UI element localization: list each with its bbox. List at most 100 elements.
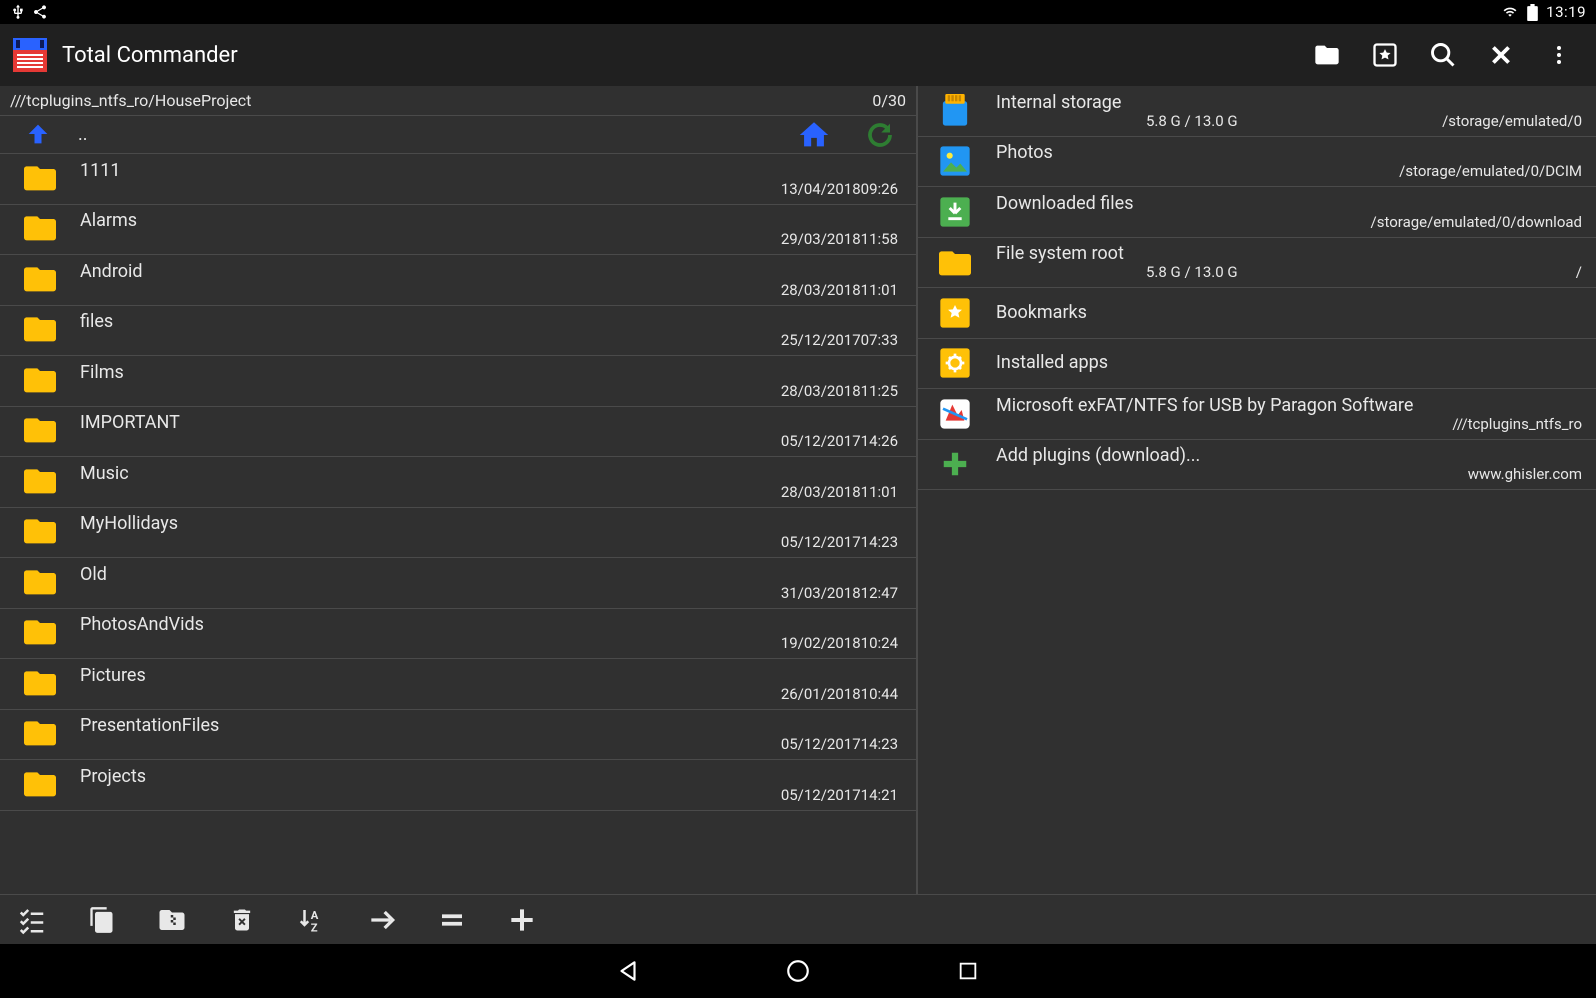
reload-button[interactable] [862, 117, 898, 153]
location-name: Internal storage [996, 92, 1582, 114]
file-name: files [80, 311, 898, 333]
path-count: 0/30 [872, 91, 906, 110]
file-meta: 05/12/201714:21 [80, 786, 898, 804]
bookmark-icon [938, 296, 972, 330]
location-detail: /storage/emulated/0/download [996, 213, 1582, 231]
file-name: Projects [80, 766, 898, 788]
file-meta: 28/03/201811:25 [80, 382, 898, 400]
file-name: Alarms [80, 210, 898, 232]
file-name: Music [80, 463, 898, 485]
nav-home-button[interactable] [783, 956, 813, 986]
file-meta: 31/03/201812:47 [80, 584, 898, 602]
file-row[interactable]: MyHollidays05/12/201714:23 [0, 508, 916, 559]
location-row[interactable]: Internal storage5.8 G / 13.0 G/storage/e… [918, 86, 1596, 137]
copy-button[interactable] [84, 902, 120, 938]
file-row[interactable]: IMPORTANT05/12/201714:26 [0, 407, 916, 458]
app-icon [12, 37, 48, 73]
file-name: Old [80, 564, 898, 586]
folder-icon [24, 163, 56, 195]
new-folder-button[interactable] [1312, 40, 1342, 70]
file-row[interactable]: Projects05/12/201714:21 [0, 760, 916, 811]
usb-icon [10, 4, 26, 20]
android-nav-bar [0, 944, 1596, 998]
location-list: Internal storage5.8 G / 13.0 G/storage/e… [918, 86, 1596, 490]
file-row[interactable]: Films28/03/201811:25 [0, 356, 916, 407]
svg-text:A: A [311, 908, 319, 921]
file-row[interactable]: Alarms29/03/201811:58 [0, 205, 916, 256]
wifi-icon [1501, 5, 1519, 19]
file-meta: 13/04/201809:26 [80, 180, 898, 198]
swap-panels-button[interactable] [434, 902, 470, 938]
sort-button[interactable]: AZ [294, 902, 330, 938]
zip-button[interactable] [154, 902, 190, 938]
file-row[interactable]: 111113/04/201809:26 [0, 154, 916, 205]
location-row[interactable]: Add plugins (download)...www.ghisler.com [918, 440, 1596, 491]
app-title: Total Commander [62, 43, 1312, 68]
delete-button[interactable] [224, 902, 260, 938]
location-row[interactable]: Microsoft exFAT/NTFS for USB by Paragon … [918, 389, 1596, 440]
bottom-toolbar: AZ [0, 894, 1596, 944]
location-name: Installed apps [996, 352, 1582, 374]
folder-icon [24, 365, 56, 397]
location-detail: 5.8 G / 13.0 G/ [996, 263, 1582, 281]
location-name: Bookmarks [996, 302, 1582, 324]
file-name: PresentationFiles [80, 715, 898, 737]
location-row[interactable]: Downloaded files/storage/emulated/0/down… [918, 187, 1596, 238]
file-meta: 05/12/201714:23 [80, 735, 898, 753]
location-name: Photos [996, 142, 1582, 164]
apps-icon [938, 346, 972, 380]
path-row[interactable]: ///tcplugins_ntfs_ro/HouseProject 0/30 [0, 86, 916, 116]
sdcard-icon [938, 94, 972, 128]
location-name: Microsoft exFAT/NTFS for USB by Paragon … [996, 395, 1582, 417]
location-detail: /storage/emulated/0/DCIM [996, 162, 1582, 180]
file-name: PhotosAndVids [80, 614, 898, 636]
parent-dir-label[interactable]: .. [78, 124, 796, 145]
android-status-bar: 13:19 [0, 0, 1596, 24]
file-row[interactable]: Android28/03/201811:01 [0, 255, 916, 306]
bookmark-button[interactable] [1370, 40, 1400, 70]
folder-icon [24, 567, 56, 599]
folder-icon [24, 718, 56, 750]
nav-back-button[interactable] [613, 956, 643, 986]
folder-icon [24, 516, 56, 548]
file-meta: 29/03/201811:58 [80, 230, 898, 248]
location-detail: 5.8 G / 13.0 G/storage/emulated/0 [996, 112, 1582, 130]
file-meta: 28/03/201811:01 [80, 281, 898, 299]
location-row[interactable]: Photos/storage/emulated/0/DCIM [918, 137, 1596, 188]
move-button[interactable] [364, 902, 400, 938]
file-row[interactable]: Pictures26/01/201810:44 [0, 659, 916, 710]
home-button[interactable] [796, 117, 832, 153]
overflow-menu-button[interactable] [1544, 40, 1574, 70]
select-button[interactable] [14, 902, 50, 938]
file-row[interactable]: Music28/03/201811:01 [0, 457, 916, 508]
nav-recents-button[interactable] [953, 956, 983, 986]
parent-dir-icon[interactable] [24, 120, 54, 150]
file-row[interactable]: files25/12/201707:33 [0, 306, 916, 357]
file-meta: 25/12/201707:33 [80, 331, 898, 349]
battery-icon [1527, 4, 1538, 21]
svg-text:Z: Z [311, 921, 318, 934]
folder-icon [24, 415, 56, 447]
close-button[interactable] [1486, 40, 1516, 70]
file-meta: 19/02/201810:24 [80, 634, 898, 652]
file-list: 111113/04/201809:26Alarms29/03/201811:58… [0, 154, 916, 894]
location-detail: www.ghisler.com [996, 465, 1582, 483]
folder-icon [938, 245, 972, 279]
location-row[interactable]: File system root5.8 G / 13.0 G/ [918, 238, 1596, 289]
plugin-icon [938, 397, 972, 431]
file-name: Android [80, 261, 898, 283]
status-time: 13:19 [1546, 3, 1586, 21]
location-row[interactable]: Bookmarks [918, 288, 1596, 339]
file-row[interactable]: Old31/03/201812:47 [0, 558, 916, 609]
file-row[interactable]: PresentationFiles05/12/201714:23 [0, 710, 916, 761]
file-name: Films [80, 362, 898, 384]
add-button[interactable] [504, 902, 540, 938]
download-icon [938, 195, 972, 229]
folder-icon [24, 466, 56, 498]
folder-icon [24, 668, 56, 700]
file-row[interactable]: PhotosAndVids19/02/201810:24 [0, 609, 916, 660]
file-meta: 26/01/201810:44 [80, 685, 898, 703]
location-name: Downloaded files [996, 193, 1582, 215]
search-button[interactable] [1428, 40, 1458, 70]
location-row[interactable]: Installed apps [918, 339, 1596, 390]
